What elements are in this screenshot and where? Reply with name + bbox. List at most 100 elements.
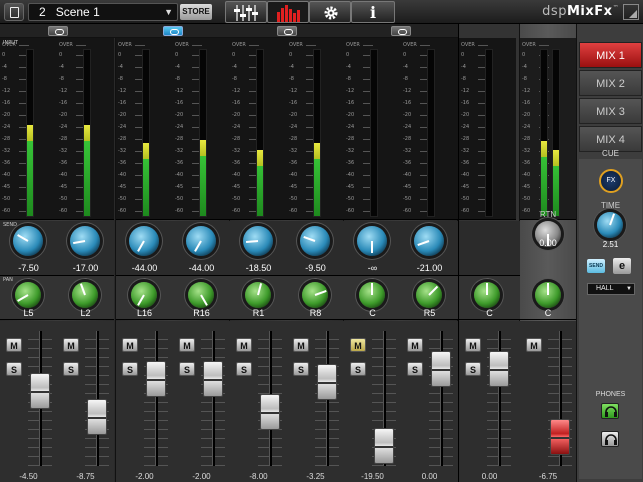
reverb-type-select[interactable]: HALL ▼ [587, 283, 635, 295]
level-meter [256, 49, 264, 217]
reverb-send-button[interactable]: SEND [587, 259, 605, 273]
stereo-link-button[interactable] [48, 26, 68, 36]
send-knob[interactable] [186, 226, 216, 256]
solo-button[interactable]: S [236, 362, 252, 376]
send-knob[interactable] [300, 226, 330, 256]
pan-section: C [520, 276, 576, 320]
pan-knob[interactable] [131, 282, 157, 308]
fader-area: MS-4.50ANALOG 1 [0, 321, 57, 482]
scene-selector[interactable]: 2 Scene 1 ▼ [28, 3, 178, 21]
channel-strip: OVER 0 -4 -8 -12 -16 -20 -24 -28 -32 -36 -40 -45 -50 -… [57, 38, 114, 482]
solo-button[interactable]: S [350, 362, 366, 376]
fader-handle[interactable] [489, 350, 509, 387]
master-pan-knob[interactable] [535, 282, 561, 308]
fader-handle[interactable] [30, 372, 50, 409]
pan-knob[interactable] [474, 282, 500, 308]
send-value: -44.00 [131, 263, 158, 273]
send-knob[interactable] [13, 226, 43, 256]
send-knob[interactable] [357, 226, 387, 256]
meter-scale-label: -32 [346, 148, 355, 154]
pan-knob[interactable] [359, 282, 385, 308]
fader-handle[interactable] [260, 393, 280, 430]
meter-scale-label: 0 [522, 52, 526, 58]
pan-knob[interactable] [302, 282, 328, 308]
send-value: -21.00 [416, 263, 443, 273]
solo-button[interactable]: S [293, 362, 309, 376]
solo-button[interactable]: S [122, 362, 138, 376]
send-knob[interactable] [414, 226, 444, 256]
resize-corner-icon[interactable] [623, 4, 639, 20]
master-strip: OVER 0 -4 -8 -12 -16 -20 -24 -28 -32 -36 -40 -45 -50 -… [520, 24, 576, 482]
reverb-time-knob[interactable] [597, 212, 623, 238]
solo-button[interactable]: S [63, 362, 79, 376]
tab-mixer-view[interactable] [225, 1, 267, 23]
mute-button[interactable]: M [122, 338, 138, 352]
pan-section: R1 [230, 276, 287, 320]
send-knob[interactable] [243, 226, 273, 256]
store-button[interactable]: STORE [180, 4, 212, 20]
meter-scale-label: -24 [289, 124, 298, 130]
tab-info-view[interactable]: i [351, 1, 395, 23]
mute-button[interactable]: M [63, 338, 79, 352]
pan-knob[interactable] [72, 282, 98, 308]
pan-knob[interactable] [15, 282, 41, 308]
pan-knob[interactable] [416, 282, 442, 308]
solo-button[interactable]: S [465, 362, 481, 376]
send-knob[interactable] [70, 226, 100, 256]
mute-button[interactable]: M [293, 338, 309, 352]
meter-scale-label: OVER [403, 42, 417, 48]
phones-label: PHONES [595, 391, 626, 398]
reverb-edit-button[interactable]: e [613, 258, 631, 274]
fader-handle[interactable] [374, 427, 394, 464]
stereo-link-button[interactable] [163, 26, 183, 36]
pan-value: L16 [136, 308, 153, 318]
meter-scale-label: -4 [522, 64, 527, 70]
pan-knob[interactable] [245, 282, 271, 308]
pan-knob[interactable] [188, 282, 214, 308]
file-button[interactable] [4, 3, 24, 21]
solo-button[interactable]: S [179, 362, 195, 376]
mute-button[interactable]: M [407, 338, 423, 352]
phones-cue-button[interactable] [601, 431, 619, 447]
stereo-link-button[interactable] [391, 26, 411, 36]
mix-2-button[interactable]: MIX 2 [579, 70, 642, 96]
return-label: RTN [539, 210, 557, 219]
mute-button[interactable]: M [350, 338, 366, 352]
tab-meters-view[interactable] [267, 1, 309, 23]
mix-1-button[interactable]: MIX 1 [579, 42, 642, 68]
fader-handle[interactable] [431, 350, 451, 387]
brand-prefix: dsp [542, 4, 567, 19]
level-meter-area: OVER 0 -4 -8 -12 -16 -20 -24 -28 -32 -36 -40 -45 -50 -… [287, 38, 344, 220]
solo-button[interactable]: S [6, 362, 22, 376]
faders-icon [234, 5, 258, 21]
dropdown-arrow-icon: ▼ [626, 286, 632, 292]
gear-icon [324, 6, 338, 20]
meter-scale-label: -8 [2, 76, 7, 82]
pan-section: PAN L5 [0, 276, 57, 320]
meter-scale-label: -4 [59, 64, 64, 70]
tab-settings-view[interactable] [309, 1, 351, 23]
mute-button[interactable]: M [6, 338, 22, 352]
meter-scale-label: 0 [346, 52, 350, 58]
meter-fill [84, 124, 90, 216]
pan-value: R5 [423, 308, 436, 318]
link-bar [116, 24, 230, 38]
mix-3-button[interactable]: MIX 3 [579, 98, 642, 124]
send-section: -18.50 [230, 221, 287, 276]
meter-scale-label: -8 [118, 76, 123, 82]
send-knob[interactable] [129, 226, 159, 256]
mute-button[interactable]: M [465, 338, 481, 352]
mute-button[interactable]: M [526, 338, 542, 352]
send-value: -44.00 [188, 263, 215, 273]
fader-handle[interactable] [87, 399, 107, 436]
mute-button[interactable]: M [236, 338, 252, 352]
fader-handle[interactable] [146, 360, 166, 397]
fader-handle[interactable] [317, 364, 337, 400]
stereo-link-button[interactable] [277, 26, 297, 36]
pan-section: R16 [173, 276, 230, 320]
solo-button[interactable]: S [407, 362, 423, 376]
phones-mix-button[interactable] [601, 403, 619, 419]
fader-handle[interactable] [550, 419, 570, 455]
mute-button[interactable]: M [179, 338, 195, 352]
fader-handle[interactable] [203, 360, 223, 397]
